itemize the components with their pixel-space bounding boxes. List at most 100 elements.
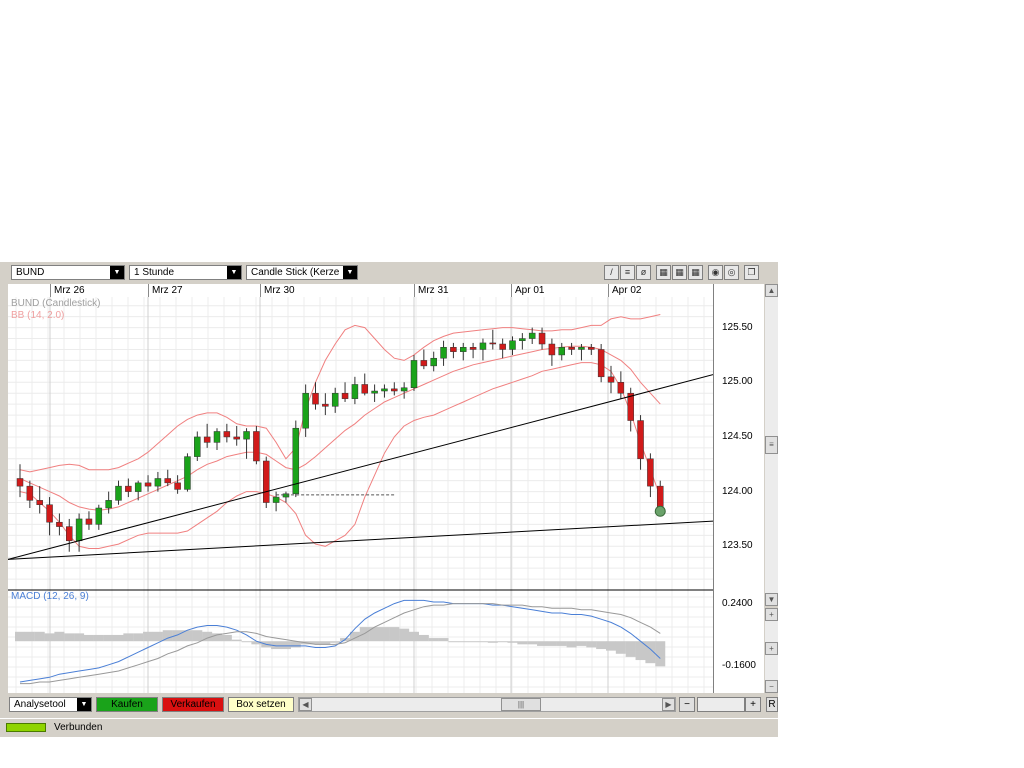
macd-histogram-bar <box>606 641 616 651</box>
candle-body <box>144 482 152 487</box>
candle-body <box>558 347 565 356</box>
chart-application: BUND ▼ 1 Stunde ▼ Candle Stick (Kerze ▼ … <box>0 262 778 737</box>
macd-histogram-bar <box>546 641 557 646</box>
candle-body <box>351 384 359 399</box>
price-tick-label: 124.50 <box>722 430 753 442</box>
candle-body <box>134 482 142 492</box>
candle-body <box>213 431 221 443</box>
macd-scrollbar[interactable]: + + − <box>765 608 778 693</box>
symbol-select[interactable]: BUND ▼ <box>11 265 125 280</box>
candle-body <box>460 347 467 352</box>
candle-body <box>361 384 368 394</box>
last-price-marker <box>654 505 666 517</box>
macd-histogram-bar <box>44 633 55 642</box>
macd-histogram-bar <box>458 641 469 643</box>
interval-select[interactable]: 1 Stunde ▼ <box>129 265 242 280</box>
scroll-down-icon[interactable]: ▼ <box>765 593 778 606</box>
macd-histogram-bar <box>359 627 370 642</box>
macd-histogram-bar <box>54 631 65 642</box>
macd-histogram-bar <box>438 638 449 642</box>
box-button[interactable]: Box setzen <box>228 697 294 712</box>
plus-icon[interactable]: + <box>765 608 778 621</box>
zoom-plus-button[interactable]: + <box>745 697 761 712</box>
candle-body <box>56 521 63 527</box>
horizontal-lines-icon[interactable]: ≡ <box>620 265 635 280</box>
macd-histogram-bar <box>64 633 75 642</box>
macd-histogram-bar <box>320 641 331 645</box>
candle-body <box>95 507 103 525</box>
candle-body <box>469 347 477 350</box>
scroll-up-icon[interactable]: ▲ <box>765 284 778 297</box>
reset-button[interactable]: R <box>766 697 778 712</box>
candle-body <box>85 518 93 525</box>
candle-body <box>105 500 112 509</box>
macd-histogram-bar <box>586 641 597 648</box>
sell-button[interactable]: Verkaufen <box>162 697 224 712</box>
candle-body <box>36 500 43 505</box>
candle-body <box>538 332 546 345</box>
analysis-tool-select[interactable]: Analysetool ▼ <box>9 697 92 712</box>
candle-body <box>46 504 53 523</box>
chart-type-value: Candle Stick (Kerze <box>251 267 340 278</box>
candle-body <box>282 493 290 498</box>
candle-body <box>233 436 240 440</box>
scroll-left-icon[interactable]: ◀ <box>299 698 312 711</box>
time-scrollbar[interactable]: ◀ ||| ▶ <box>298 697 676 712</box>
macd-histogram-bar <box>379 627 390 642</box>
plus-icon[interactable]: + <box>765 642 778 655</box>
macd-histogram-bar <box>24 631 35 642</box>
date-label: Mrz 31 <box>414 284 449 297</box>
chart-type-select[interactable]: Candle Stick (Kerze ▼ <box>246 265 358 280</box>
macd-histogram-bar <box>34 631 45 642</box>
macd-histogram-bar <box>143 631 154 642</box>
macd-histogram-bar <box>192 630 203 642</box>
macd-histogram-bar <box>418 634 429 642</box>
chevron-down-icon[interactable]: ▼ <box>77 698 91 711</box>
zoom-slider[interactable] <box>697 697 745 712</box>
candle-body <box>66 526 73 542</box>
macd-histogram-bar <box>241 641 252 643</box>
candle-body <box>253 431 260 462</box>
macd-histogram-bar <box>497 641 508 643</box>
macd-histogram-bar <box>103 634 114 642</box>
candle-body <box>322 403 329 407</box>
macd-histogram-bar <box>133 633 144 642</box>
candle-body <box>312 392 319 405</box>
analysis-tool-value: Analysetool <box>14 699 66 710</box>
fibonacci-icon[interactable]: ø <box>636 265 651 280</box>
interval-value: 1 Stunde <box>134 267 175 278</box>
zoom-in-icon[interactable]: ◉ <box>708 265 723 280</box>
chart-canvas[interactable]: BUND (Candlestick) BB (14, 2.0) MACD (12… <box>8 297 713 693</box>
buy-button[interactable]: Kaufen <box>96 697 158 712</box>
grid-icon[interactable]: ▦ <box>688 265 703 280</box>
scroll-thumb[interactable]: ||| <box>501 698 541 711</box>
candle-body <box>391 388 398 392</box>
candle-body <box>263 460 270 503</box>
candle-body <box>203 436 211 443</box>
candle-body <box>302 392 309 429</box>
grid-icon[interactable]: ▦ <box>672 265 687 280</box>
candle-body <box>499 343 506 350</box>
scroll-thumb[interactable]: ≡ <box>765 436 778 454</box>
macd-histogram-bar <box>231 639 242 642</box>
candle-body <box>489 342 497 345</box>
zoom-out-icon[interactable]: ◎ <box>724 265 739 280</box>
candle-body <box>164 478 171 484</box>
window-restore-icon[interactable]: ❐ <box>744 265 759 280</box>
chart-toolbar: BUND ▼ 1 Stunde ▼ Candle Stick (Kerze ▼ … <box>0 262 778 284</box>
macd-histogram-bar <box>330 641 341 643</box>
candle-body <box>597 349 605 378</box>
chevron-down-icon[interactable]: ▼ <box>343 266 357 279</box>
minus-icon[interactable]: − <box>765 680 778 693</box>
price-tick-label: 123.50 <box>722 540 753 552</box>
price-scrollbar[interactable]: ▲ ≡ ▼ <box>765 284 778 606</box>
chevron-down-icon[interactable]: ▼ <box>227 266 241 279</box>
candle-body <box>75 518 83 542</box>
grid-icon[interactable]: ▦ <box>656 265 671 280</box>
draw-line-icon[interactable]: / <box>604 265 619 280</box>
macd-histogram-bar <box>487 641 498 643</box>
zoom-minus-button[interactable]: − <box>679 697 695 712</box>
chevron-down-icon[interactable]: ▼ <box>110 266 124 279</box>
candle-body <box>568 347 575 350</box>
scroll-right-icon[interactable]: ▶ <box>662 698 675 711</box>
